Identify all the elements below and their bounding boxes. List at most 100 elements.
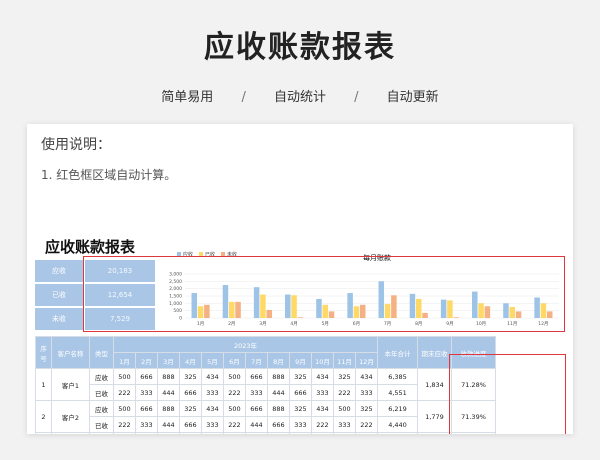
cell-month-value[interactable]: 666 <box>179 416 202 433</box>
cell-month-value[interactable]: 434 <box>355 368 378 385</box>
page-title: 应收账款报表 <box>204 30 396 65</box>
cell-month-value[interactable]: 434 <box>289 432 312 434</box>
cell-month-value[interactable]: 325 <box>267 432 290 434</box>
cell-month-value[interactable]: 500 <box>113 368 136 385</box>
cell-closing[interactable]: 1,779 <box>417 400 452 433</box>
cell-index[interactable]: 1 <box>35 368 52 401</box>
cell-type[interactable]: 应收 <box>89 368 114 385</box>
cell-month-value[interactable]: 500 <box>333 400 356 417</box>
cell-month-value[interactable]: 333 <box>333 416 356 433</box>
col-month: 3月 <box>157 352 180 369</box>
cell-month-value[interactable]: 444 <box>245 416 268 433</box>
cell-month-value[interactable]: 222 <box>355 416 378 433</box>
cell-month-value[interactable]: 888 <box>267 400 290 417</box>
cell-month-value[interactable]: 888 <box>157 400 180 417</box>
col-month: 6月 <box>223 352 246 369</box>
cell-year-total[interactable]: 6,385 <box>377 368 418 385</box>
cell-year-total[interactable]: 4,440 <box>377 416 418 433</box>
cell-month-value[interactable]: 222 <box>311 416 334 433</box>
data-table: 序号 客户名称 类型 2023年 本年合计 期末应收 收款进度 1月 2月 3月 4月… <box>35 336 496 434</box>
cell-month-value[interactable]: 325 <box>289 400 312 417</box>
cell-index[interactable]: 2 <box>35 400 52 433</box>
auto-calc-frame <box>83 256 565 332</box>
cell-customer[interactable]: 客户3 <box>51 432 90 434</box>
cell-month-value[interactable]: 325 <box>355 432 378 434</box>
cell-month-value[interactable]: 333 <box>245 384 268 401</box>
tagline-separator: / <box>354 90 359 105</box>
col-month: 9月 <box>289 352 312 369</box>
col-month: 8月 <box>267 352 290 369</box>
cell-month-value[interactable]: 222 <box>223 416 246 433</box>
cell-type[interactable]: 已收 <box>89 384 114 401</box>
col-customer: 客户名称 <box>51 336 90 369</box>
cell-month-value[interactable]: 666 <box>289 384 312 401</box>
cell-year-total[interactable]: 4,551 <box>377 384 418 401</box>
col-index: 序号 <box>35 336 52 369</box>
summary-label: 已收 <box>35 284 83 306</box>
col-year: 2023年 <box>113 336 378 353</box>
cell-month-value[interactable]: 333 <box>311 384 334 401</box>
cell-month-value[interactable]: 325 <box>289 368 312 385</box>
cell-month-value[interactable]: 500 <box>223 400 246 417</box>
cell-month-value[interactable]: 500 <box>201 432 224 434</box>
cell-closing[interactable]: 3,016 <box>417 432 452 434</box>
col-closing: 期末应收 <box>417 336 452 369</box>
cell-month-value[interactable]: 666 <box>245 368 268 385</box>
cell-month-value[interactable]: 666 <box>245 400 268 417</box>
cell-month-value[interactable]: 666 <box>267 416 290 433</box>
cell-month-value[interactable]: 333 <box>355 384 378 401</box>
col-month: 10月 <box>311 352 334 369</box>
cell-month-value[interactable]: 434 <box>311 400 334 417</box>
cell-month-value[interactable]: 666 <box>135 400 158 417</box>
cell-month-value[interactable]: 666 <box>179 384 202 401</box>
cell-year-total[interactable]: 7,579 <box>377 432 418 434</box>
cell-type[interactable]: 已收 <box>89 416 114 433</box>
cell-type[interactable]: 应收 <box>89 400 114 417</box>
cell-month-value[interactable]: 333 <box>201 416 224 433</box>
cell-month-value[interactable]: 666 <box>135 368 158 385</box>
cell-month-value[interactable]: 325 <box>179 368 202 385</box>
cell-month-value[interactable]: 434 <box>201 400 224 417</box>
cell-month-value[interactable]: 325 <box>311 432 334 434</box>
col-month: 2月 <box>135 352 158 369</box>
cell-customer[interactable]: 客户2 <box>51 400 90 433</box>
cell-month-value[interactable]: 444 <box>157 384 180 401</box>
cell-month-value[interactable]: 333 <box>135 416 158 433</box>
cell-month-value[interactable]: 888 <box>245 432 268 434</box>
cell-month-value[interactable]: 325 <box>179 400 202 417</box>
cell-month-value[interactable]: 325 <box>333 368 356 385</box>
cell-month-value[interactable]: 434 <box>201 368 224 385</box>
cell-month-value[interactable]: 888 <box>135 432 158 434</box>
cell-month-value[interactable]: 222 <box>113 384 136 401</box>
cell-month-value[interactable]: 999 <box>179 432 202 434</box>
cell-index[interactable]: 3 <box>35 432 52 434</box>
tagline-item: 自动统计 <box>273 90 326 105</box>
cell-month-value[interactable]: 222 <box>333 384 356 401</box>
summary-label: 应收 <box>35 260 83 282</box>
cell-month-value[interactable]: 222 <box>113 416 136 433</box>
cell-month-value[interactable]: 434 <box>311 368 334 385</box>
cell-month-value[interactable]: 500 <box>113 400 136 417</box>
cell-month-value[interactable]: 888 <box>267 368 290 385</box>
col-month: 7月 <box>245 352 268 369</box>
auto-calc-frame <box>449 354 566 434</box>
cell-customer[interactable]: 客户1 <box>51 368 90 401</box>
cell-month-value[interactable]: 444 <box>157 416 180 433</box>
cell-month-value[interactable]: 325 <box>157 432 180 434</box>
cell-month-value[interactable]: 222 <box>223 384 246 401</box>
cell-month-value[interactable]: 500 <box>223 368 246 385</box>
sheet-title: 应收账款报表 <box>45 238 136 256</box>
cell-year-total[interactable]: 6,219 <box>377 400 418 417</box>
cell-month-value[interactable]: 888 <box>157 368 180 385</box>
cell-closing[interactable]: 1,834 <box>417 368 452 401</box>
spreadsheet-preview: 使用说明： 1. 红色框区域自动计算。 应收账款报表 应收 20,183 已收 … <box>27 124 573 434</box>
cell-month-value[interactable]: 325 <box>355 400 378 417</box>
cell-month-value[interactable]: 666 <box>223 432 246 434</box>
cell-month-value[interactable]: 333 <box>201 384 224 401</box>
cell-month-value[interactable]: 434 <box>333 432 356 434</box>
cell-month-value[interactable]: 333 <box>289 416 312 433</box>
cell-type[interactable]: 应收 <box>89 432 114 434</box>
cell-month-value[interactable]: 444 <box>267 384 290 401</box>
cell-month-value[interactable]: 666 <box>113 432 136 434</box>
cell-month-value[interactable]: 333 <box>135 384 158 401</box>
